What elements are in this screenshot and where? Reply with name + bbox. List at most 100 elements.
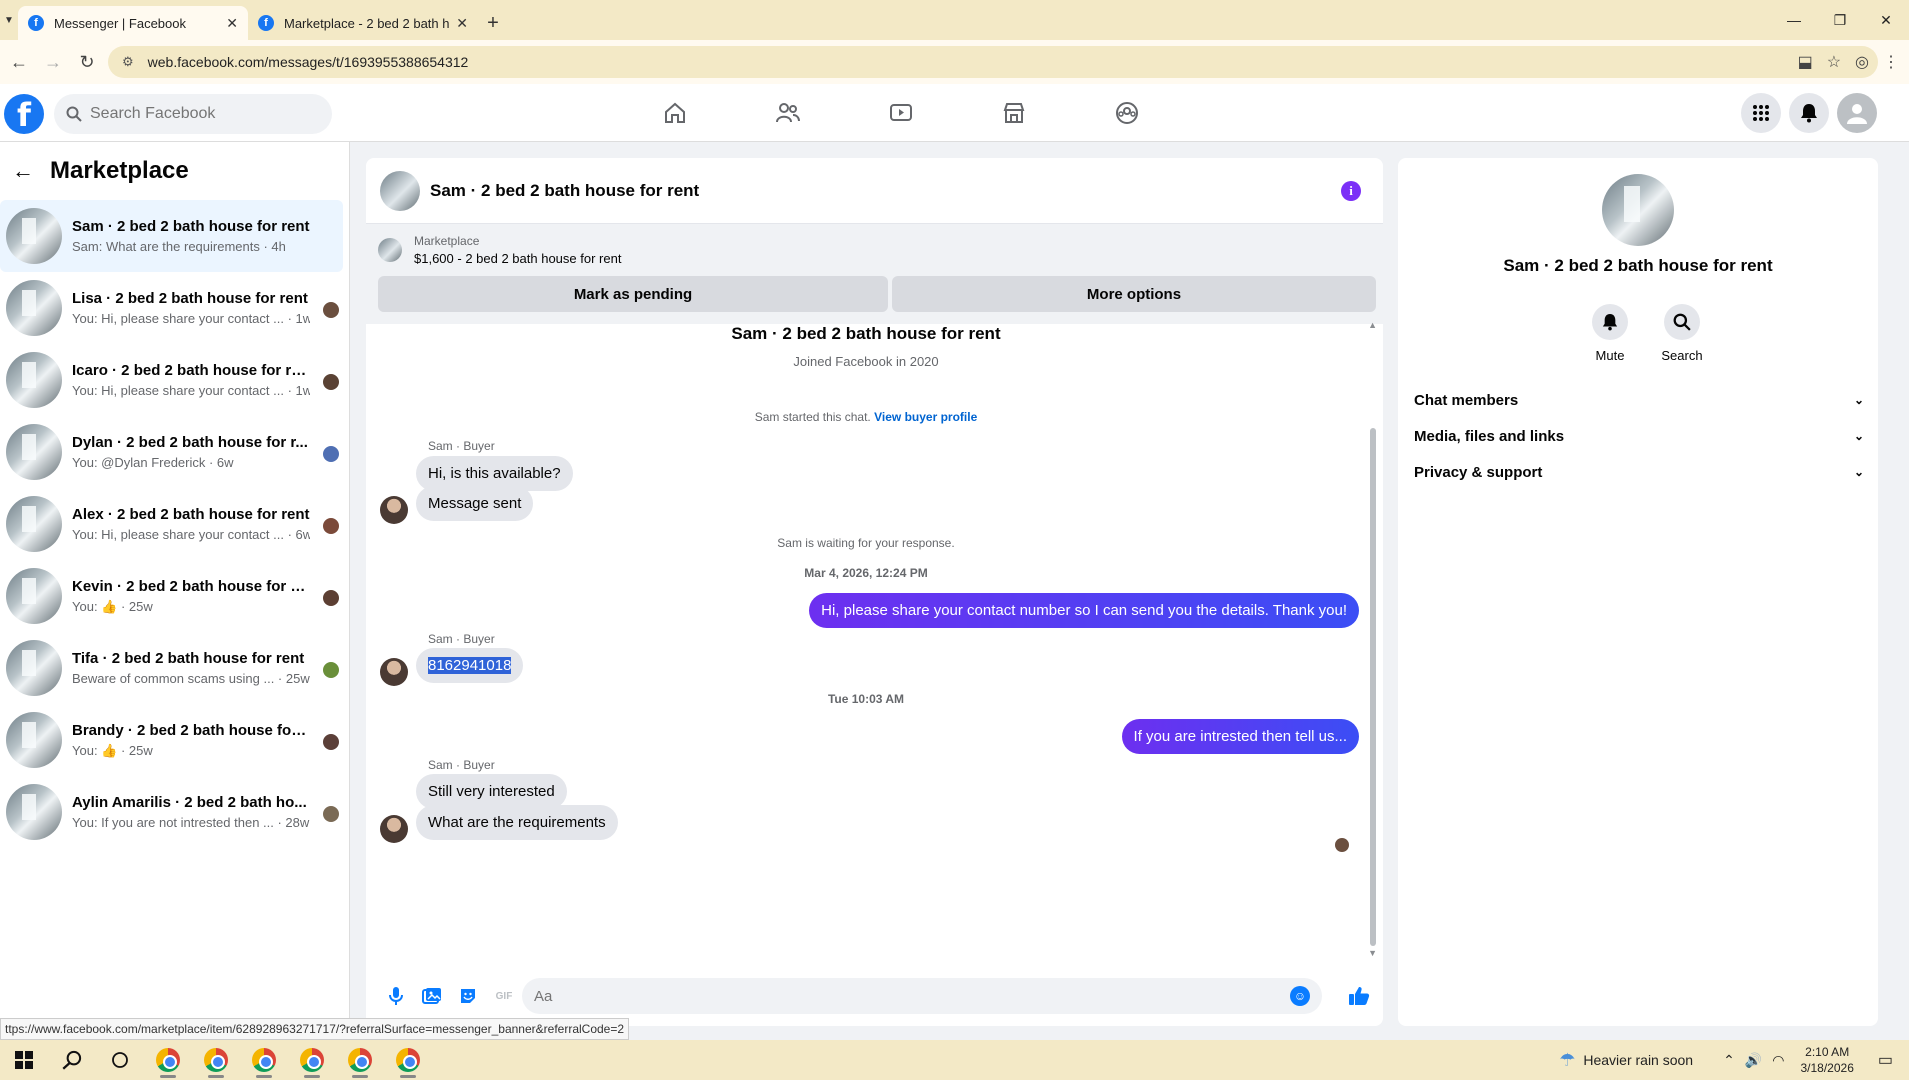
contact-avatar[interactable] (1602, 174, 1674, 246)
section-media-files-links[interactable]: Media, files and links ⌄ (1414, 418, 1864, 454)
forward-arrow-icon[interactable]: → (38, 47, 68, 77)
chrome-taskbar-app[interactable] (336, 1040, 384, 1080)
install-app-icon[interactable]: ⬓ (1798, 52, 1813, 72)
mark-as-pending-button[interactable]: Mark as pending (378, 276, 888, 312)
search-in-conversation-button[interactable]: Search (1652, 304, 1712, 363)
emoji-icon[interactable]: ☺ (1290, 986, 1310, 1006)
listing-price-title[interactable]: $1,600 - 2 bed 2 bath house for rent (414, 251, 621, 266)
restore-icon[interactable]: ❐ (1817, 0, 1863, 40)
profile-icon[interactable]: ◎ (1855, 52, 1869, 72)
chrome-taskbar-app[interactable] (144, 1040, 192, 1080)
conversation-name: Aylin Amarilis · 2 bed 2 bath ho... (72, 794, 307, 811)
sender-avatar[interactable] (380, 496, 408, 524)
conversation-item[interactable]: Lisa · 2 bed 2 bath house for rent You: H… (0, 272, 349, 344)
message-thread[interactable]: Sam · 2 bed 2 bath house for rent Joined… (366, 324, 1383, 960)
microphone-icon[interactable] (378, 978, 414, 1014)
tab-messenger[interactable]: f Messenger | Facebook ✕ (18, 6, 248, 40)
message-bubble[interactable]: What are the requirements (416, 805, 618, 840)
scroll-down-icon[interactable]: ▼ (1368, 948, 1377, 958)
message-input[interactable] (534, 987, 1234, 1005)
photo-icon[interactable] (414, 978, 450, 1014)
speaker-icon[interactable]: 🔊 (1745, 1052, 1762, 1069)
gif-icon[interactable]: GIF (486, 978, 522, 1014)
conversation-item[interactable]: Kevin · 2 bed 2 bath house for rent You: … (0, 560, 349, 632)
info-icon[interactable]: i (1341, 181, 1361, 201)
sent-message-bubble[interactable]: If you are intrested then tell us... (1121, 719, 1359, 754)
nav-home[interactable] (620, 84, 730, 142)
minimize-icon[interactable]: — (1771, 0, 1817, 40)
conversation-item[interactable]: Icaro · 2 bed 2 bath house for rent You: … (0, 344, 349, 416)
conversation-text: Dylan · 2 bed 2 bath house for r... You: … (72, 434, 343, 470)
tab-close-icon[interactable]: ✕ (456, 15, 468, 32)
scrollbar[interactable] (1370, 428, 1376, 946)
section-chat-members[interactable]: Chat members ⌄ (1414, 382, 1864, 418)
reload-icon[interactable]: ↻ (72, 47, 102, 77)
tab-close-icon[interactable]: ✕ (226, 15, 238, 32)
nav-gaming[interactable] (1072, 84, 1182, 142)
weather-widget[interactable]: ☂ Heavier rain soon (1559, 1050, 1693, 1071)
windows-start-icon[interactable] (0, 1040, 48, 1080)
url-field[interactable]: ⚙ web.facebook.com/messages/t/1693955388… (108, 46, 1878, 78)
menu-button[interactable] (1741, 93, 1781, 133)
view-buyer-profile-link[interactable]: View buyer profile (874, 410, 977, 424)
notifications-button[interactable] (1789, 93, 1829, 133)
sent-message-bubble[interactable]: Hi, please share your contact number so … (809, 593, 1359, 628)
task-view-icon[interactable] (96, 1040, 144, 1080)
url-text: web.facebook.com/messages/t/169395538865… (147, 54, 469, 70)
conversation-item[interactable]: Aylin Amarilis · 2 bed 2 bath ho... You: … (0, 776, 349, 848)
chrome-taskbar-app[interactable] (288, 1040, 336, 1080)
conversation-item[interactable]: Sam · 2 bed 2 bath house for rent Sam: Wh… (0, 200, 343, 272)
site-info-icon[interactable]: ⚙ (122, 54, 134, 70)
buyer-avatar (323, 302, 339, 318)
nav-watch[interactable] (846, 84, 956, 142)
facebook-logo-icon[interactable]: f (4, 94, 44, 134)
nav-friends[interactable] (733, 84, 843, 142)
conversation-item[interactable]: Brandy · 2 bed 2 bath house for ... You: … (0, 704, 349, 776)
rain-cloud-icon: ☂ (1559, 1049, 1576, 1070)
account-avatar[interactable] (1837, 93, 1877, 133)
facebook-search[interactable] (54, 94, 332, 134)
conversation-item[interactable]: Dylan · 2 bed 2 bath house for r... You: … (0, 416, 349, 488)
back-arrow-icon[interactable]: ← (12, 158, 34, 184)
listing-row[interactable]: Marketplace $1,600 - 2 bed 2 bath house … (378, 234, 1371, 266)
chat-title[interactable]: Sam · 2 bed 2 bath house for rent (430, 181, 699, 201)
conversation-text: Tifa · 2 bed 2 bath house for rent Beware… (72, 650, 343, 686)
mute-button[interactable]: Mute (1580, 304, 1640, 363)
chevron-up-icon[interactable]: ⌃ (1723, 1052, 1735, 1069)
chrome-taskbar-app[interactable] (240, 1040, 288, 1080)
sender-avatar[interactable] (380, 658, 408, 686)
sticker-icon[interactable] (450, 978, 486, 1014)
search-icon[interactable] (48, 1040, 96, 1080)
browser-menu-icon[interactable]: ⋮ (1883, 52, 1899, 72)
close-window-icon[interactable]: ✕ (1863, 0, 1909, 40)
message-bubble[interactable]: 8162941018 (416, 648, 524, 683)
chrome-taskbar-app[interactable] (192, 1040, 240, 1080)
tab-marketplace[interactable]: f Marketplace - 2 bed 2 bath hou ✕ (248, 6, 478, 40)
sender-avatar[interactable] (380, 815, 408, 843)
phone-number-selected[interactable]: 8162941018 (428, 657, 512, 674)
listing-thumbnail (6, 640, 62, 696)
notification-center-icon[interactable]: ▭ (1878, 1050, 1893, 1070)
search-input[interactable] (90, 105, 310, 123)
back-arrow-icon[interactable]: ← (4, 47, 34, 77)
bookmark-star-icon[interactable]: ☆ (1827, 52, 1841, 72)
conversation-item[interactable]: Tifa · 2 bed 2 bath house for rent Beware… (0, 632, 349, 704)
chat-avatar[interactable] (380, 170, 420, 211)
scroll-up-icon[interactable]: ▲ (1368, 320, 1377, 330)
clock[interactable]: 2:10 AM 3/18/2026 (1800, 1044, 1853, 1076)
more-options-button[interactable]: More options (892, 276, 1376, 312)
new-tab-button[interactable]: + (478, 6, 508, 40)
windows-taskbar: ☂ Heavier rain soon ⌃ 🔊 ◠ 2:10 AM 3/18/2… (0, 1040, 1909, 1080)
section-privacy-support[interactable]: Privacy & support ⌄ (1414, 454, 1864, 490)
thumbs-up-icon[interactable] (1343, 980, 1375, 1012)
conversation-item[interactable]: Alex · 2 bed 2 bath house for rent You: H… (0, 488, 349, 560)
message-input-box[interactable]: ☺ (522, 978, 1322, 1014)
message-bubble[interactable]: Still very interested (416, 774, 567, 809)
tab-search-dropdown[interactable]: ▼ (0, 0, 18, 40)
wifi-icon[interactable]: ◠ (1772, 1052, 1784, 1069)
conversation-preview: You: If you are not intrested then ... ·… (72, 815, 310, 830)
chrome-taskbar-app[interactable] (384, 1040, 432, 1080)
message-bubble[interactable]: Message sent (416, 486, 534, 521)
nav-marketplace[interactable] (959, 84, 1069, 142)
tab-title: Messenger | Facebook (54, 15, 186, 31)
